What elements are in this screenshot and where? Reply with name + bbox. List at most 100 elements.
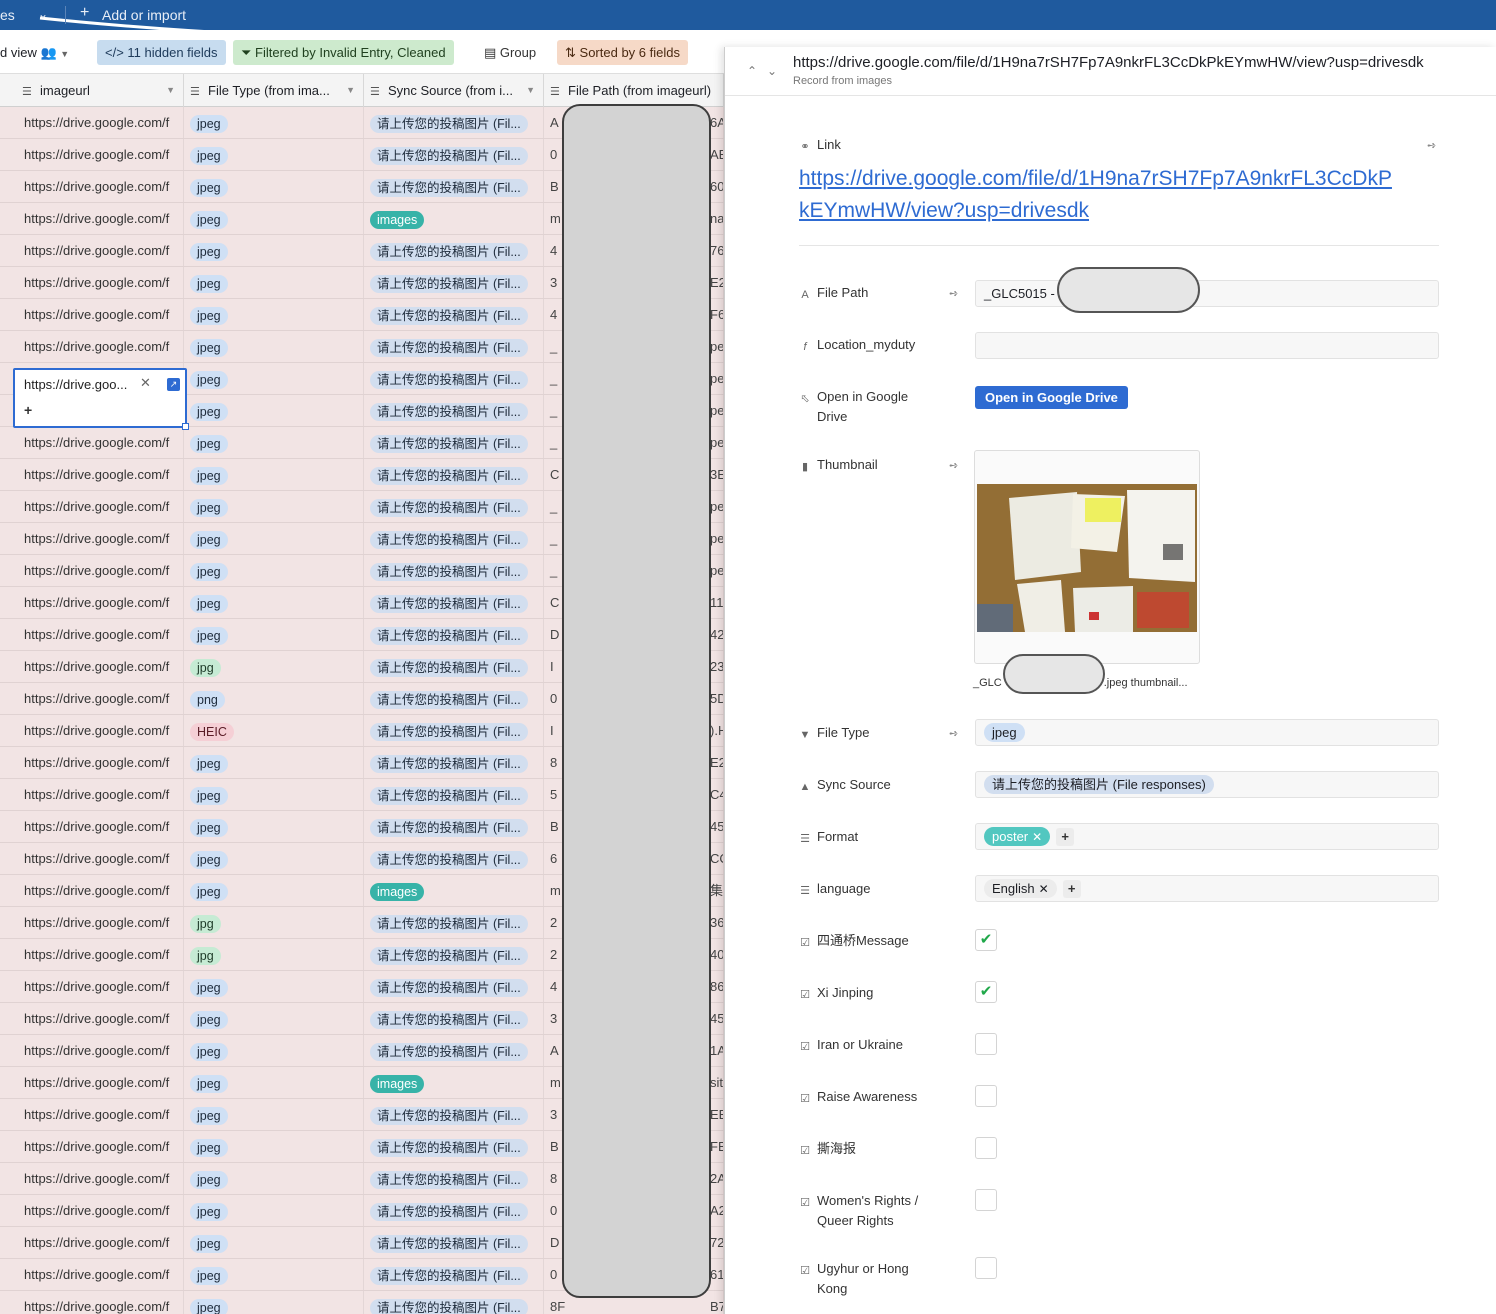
file-type-cell[interactable]: jpg	[184, 939, 364, 970]
add-or-import-button[interactable]: Add or import	[102, 7, 186, 23]
imageurl-cell[interactable]: https://drive.google.com/f	[16, 491, 184, 522]
sync-source-cell[interactable]: 请上传您的投稿图片 (Fil...	[364, 715, 544, 746]
imageurl-cell[interactable]: https://drive.google.com/f	[16, 811, 184, 842]
sort-button[interactable]: ⇅ Sorted by 6 fields	[557, 40, 688, 65]
file-type-cell[interactable]: jpg	[184, 651, 364, 682]
imageurl-cell[interactable]: https://drive.google.com/f	[16, 523, 184, 554]
iran-ukraine-checkbox[interactable]	[975, 1033, 997, 1055]
file-type-cell[interactable]: jpeg	[184, 1259, 364, 1290]
sync-source-cell[interactable]: 请上传您的投稿图片 (Fil...	[364, 747, 544, 778]
file-type-cell[interactable]: jpeg	[184, 363, 364, 394]
imageurl-cell[interactable]: https://drive.google.com/f	[16, 1035, 184, 1066]
group-button[interactable]: ▤ Group	[476, 40, 544, 65]
imageurl-cell[interactable]: https://drive.google.com/f	[16, 427, 184, 458]
imageurl-cell[interactable]: https://drive.google.com/f	[16, 203, 184, 234]
file-type-cell[interactable]: jpeg	[184, 267, 364, 298]
uyghur-hk-checkbox[interactable]	[975, 1257, 997, 1279]
sync-source-cell[interactable]: images	[364, 203, 544, 234]
file-type-cell[interactable]: jpeg	[184, 107, 364, 138]
imageurl-cell[interactable]: https://drive.google.com/f	[16, 747, 184, 778]
imageurl-cell[interactable]: https://drive.google.com/f	[16, 715, 184, 746]
imageurl-cell[interactable]: https://drive.google.com/f	[16, 907, 184, 938]
sync-source-cell[interactable]: 请上传您的投稿图片 (Fil...	[364, 1259, 544, 1290]
sync-source-cell[interactable]: 请上传您的投稿图片 (Fil...	[364, 299, 544, 330]
sync-source-cell[interactable]: 请上传您的投稿图片 (Fil...	[364, 491, 544, 522]
file-type-cell[interactable]: jpeg	[184, 299, 364, 330]
imageurl-cell[interactable]: https://drive.google.com/f	[16, 843, 184, 874]
sync-source-cell[interactable]: 请上传您的投稿图片 (Fil...	[364, 843, 544, 874]
plus-icon[interactable]: +	[24, 402, 32, 418]
sync-source-cell[interactable]: 请上传您的投稿图片 (Fil...	[364, 971, 544, 1002]
raise-awareness-checkbox[interactable]	[975, 1085, 997, 1107]
sync-source-cell[interactable]: 请上传您的投稿图片 (Fil...	[364, 139, 544, 170]
sync-source-cell[interactable]: 请上传您的投稿图片 (Fil...	[364, 587, 544, 618]
file-type-cell[interactable]: jpeg	[184, 1003, 364, 1034]
sync-source-cell[interactable]: 请上传您的投稿图片 (Fil...	[364, 1195, 544, 1226]
sync-source-cell[interactable]: 请上传您的投稿图片 (Fil...	[364, 171, 544, 202]
sync-source-cell[interactable]: 请上传您的投稿图片 (Fil...	[364, 619, 544, 650]
sync-source-cell[interactable]: 请上传您的投稿图片 (Fil...	[364, 523, 544, 554]
add-option-button[interactable]: +	[1056, 827, 1075, 846]
file-type-cell[interactable]: jpeg	[184, 1131, 364, 1162]
remove-icon[interactable]: ✕	[1032, 830, 1042, 844]
file-type-cell[interactable]: jpeg	[184, 203, 364, 234]
selected-cell-editor[interactable]: https://drive.goo... ✕ ↗ +	[13, 368, 189, 430]
format-field[interactable]: poster ✕ +	[975, 823, 1439, 850]
sync-source-cell[interactable]: 请上传您的投稿图片 (Fil...	[364, 331, 544, 362]
file-type-cell[interactable]: jpeg	[184, 555, 364, 586]
womens-rights-checkbox[interactable]	[975, 1189, 997, 1211]
remove-icon[interactable]: ✕	[1039, 882, 1049, 896]
file-path-field[interactable]: _GLC5015 -	[975, 280, 1439, 307]
imageurl-cell[interactable]: https://drive.google.com/f	[16, 235, 184, 266]
sync-source-cell[interactable]: 请上传您的投稿图片 (Fil...	[364, 811, 544, 842]
thumbnail-card[interactable]: _GLC .jpeg thumbnail...	[973, 450, 1200, 694]
column-header-imageurl[interactable]: ☰ imageurl ▼	[16, 74, 184, 107]
file-type-cell[interactable]: jpeg	[184, 523, 364, 554]
file-type-cell[interactable]: jpeg	[184, 587, 364, 618]
imageurl-cell[interactable]: https://drive.google.com/f	[16, 1195, 184, 1226]
language-tag[interactable]: English ✕	[984, 879, 1057, 899]
imageurl-cell[interactable]: https://drive.google.com/f	[16, 1099, 184, 1130]
sync-source-cell[interactable]: 请上传您的投稿图片 (Fil...	[364, 427, 544, 458]
sync-source-cell[interactable]: 请上传您的投稿图片 (Fil...	[364, 107, 544, 138]
filter-button[interactable]: ⏷ Filtered by Invalid Entry, Cleaned	[233, 40, 454, 65]
imageurl-cell[interactable]: https://drive.google.com/f	[16, 267, 184, 298]
sync-source-cell[interactable]: 请上传您的投稿图片 (Fil...	[364, 1131, 544, 1162]
imageurl-cell[interactable]: https://drive.google.com/f	[16, 779, 184, 810]
xi-jinping-checkbox[interactable]: ✔	[975, 981, 997, 1003]
sync-source-cell[interactable]: 请上传您的投稿图片 (Fil...	[364, 939, 544, 970]
file-type-cell[interactable]: jpeg	[184, 619, 364, 650]
sync-source-cell[interactable]: 请上传您的投稿图片 (Fil...	[364, 267, 544, 298]
imageurl-cell[interactable]: https://drive.google.com/f	[16, 587, 184, 618]
sync-source-cell[interactable]: images	[364, 875, 544, 906]
imageurl-cell[interactable]: https://drive.google.com/f	[16, 555, 184, 586]
sync-source-cell[interactable]: 请上传您的投稿图片 (Fil...	[364, 235, 544, 266]
file-type-cell[interactable]: jpeg	[184, 1227, 364, 1258]
chevron-up-icon[interactable]: ⌃	[747, 64, 757, 78]
imageurl-cell[interactable]: https://drive.google.com/f	[16, 1291, 184, 1314]
imageurl-cell[interactable]: https://drive.google.com/f	[16, 939, 184, 970]
sync-source-cell[interactable]: 请上传您的投稿图片 (Fil...	[364, 1035, 544, 1066]
file-type-cell[interactable]: jpeg	[184, 1195, 364, 1226]
file-type-cell[interactable]: jpeg	[184, 395, 364, 426]
table-tab-label[interactable]: es	[0, 7, 15, 23]
file-type-cell[interactable]: jpeg	[184, 1163, 364, 1194]
imageurl-cell[interactable]: https://drive.google.com/f	[16, 1131, 184, 1162]
imageurl-cell[interactable]: https://drive.google.com/f	[16, 683, 184, 714]
imageurl-cell[interactable]: https://drive.google.com/f	[16, 299, 184, 330]
chevron-down-icon[interactable]: ⌄	[767, 64, 777, 78]
file-type-cell[interactable]: jpg	[184, 907, 364, 938]
hidden-fields-button[interactable]: </> 11 hidden fields	[97, 40, 226, 65]
imageurl-cell[interactable]: https://drive.google.com/f	[16, 107, 184, 138]
sync-source-cell[interactable]: 请上传您的投稿图片 (Fil...	[364, 1227, 544, 1258]
column-header-file-type[interactable]: ☰ File Type (from ima... ▼	[184, 74, 364, 107]
format-tag[interactable]: poster ✕	[984, 827, 1051, 847]
imageurl-cell[interactable]: https://drive.google.com/f	[16, 459, 184, 490]
fill-handle[interactable]	[182, 423, 189, 430]
file-type-cell[interactable]: jpeg	[184, 427, 364, 458]
imageurl-cell[interactable]: https://drive.google.com/f	[16, 1227, 184, 1258]
file-type-cell[interactable]: jpeg	[184, 971, 364, 1002]
open-in-google-drive-button[interactable]: Open in Google Drive	[975, 386, 1128, 409]
view-name[interactable]: d view 👥 ▼	[0, 40, 77, 65]
imageurl-cell[interactable]: https://drive.google.com/f	[16, 331, 184, 362]
